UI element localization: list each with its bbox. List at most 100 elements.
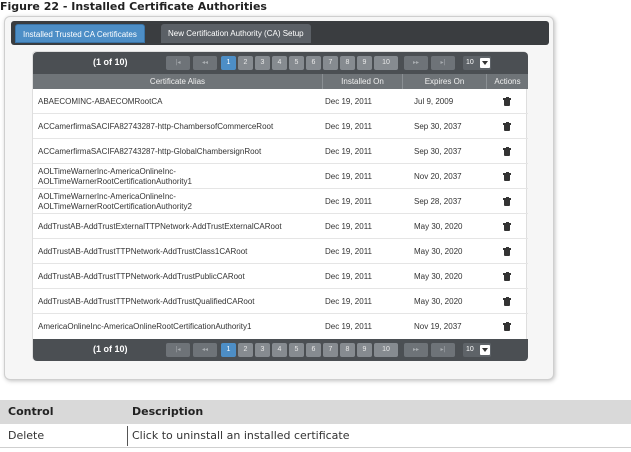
- cell-installed-on: Dec 19, 2011: [325, 272, 372, 281]
- next-page-icon[interactable]: ▸▸: [404, 343, 428, 357]
- trash-icon[interactable]: [503, 271, 511, 281]
- column-divider: [127, 426, 128, 446]
- page-button-9[interactable]: 9: [357, 56, 372, 70]
- first-page-icon[interactable]: |◂: [166, 343, 190, 357]
- delete-button[interactable]: [489, 289, 525, 314]
- page-button-3[interactable]: 3: [255, 56, 270, 70]
- page-button-6[interactable]: 6: [306, 343, 321, 357]
- cell-installed-on: Dec 19, 2011: [325, 222, 372, 231]
- table-row: ABAECOMINC-ABAECOMRootCA Dec 19, 2011 Ju…: [33, 89, 528, 114]
- cell-installed-on: Dec 19, 2011: [325, 247, 372, 256]
- delete-button[interactable]: [489, 114, 525, 139]
- trash-icon[interactable]: [503, 171, 511, 181]
- page-button-8[interactable]: 8: [340, 343, 355, 357]
- cell-expires-on: May 30, 2020: [414, 272, 463, 281]
- page-button-1[interactable]: 1: [221, 56, 236, 70]
- delete-button[interactable]: [489, 164, 525, 189]
- tab-bar: Installed Trusted CA Certificates New Ce…: [11, 21, 549, 45]
- trash-icon[interactable]: [503, 121, 511, 131]
- delete-button[interactable]: [489, 214, 525, 239]
- trash-icon[interactable]: [503, 196, 511, 206]
- page-button-10[interactable]: 10: [374, 56, 398, 70]
- tab-new-ca-setup[interactable]: New Certification Authority (CA) Setup: [161, 24, 311, 43]
- rows-per-page-select[interactable]: 10: [463, 343, 491, 357]
- pager-top: (1 of 10) |◂ ◂◂ 1 2 3 4 5 6 7 8 9 10 ▸▸ …: [33, 52, 528, 74]
- pager-bottom: (1 of 10) |◂ ◂◂ 1 2 3 4 5 6 7 8 9 10 ▸▸ …: [33, 339, 528, 361]
- trash-icon[interactable]: [503, 321, 511, 331]
- control-name: Delete: [8, 429, 45, 442]
- page-button-10[interactable]: 10: [374, 343, 398, 357]
- cell-certificate-alias: AOLTimeWarnerInc-AmericaOnlineInc- AOLTi…: [38, 164, 323, 189]
- table-row: ACCamerfirmaSACIFA82743287-http-GlobalCh…: [33, 139, 528, 164]
- cell-installed-on: Dec 19, 2011: [325, 147, 372, 156]
- header-expires-on[interactable]: Expires On: [403, 74, 487, 89]
- table-row: ACCamerfirmaSACIFA82743287-http-Chambers…: [33, 114, 528, 139]
- rows-per-page-select[interactable]: 10: [463, 56, 491, 70]
- trash-icon[interactable]: [503, 146, 511, 156]
- cell-certificate-alias: ACCamerfirmaSACIFA82743287-http-Chambers…: [38, 121, 274, 131]
- chevron-down-icon[interactable]: [480, 58, 490, 68]
- page-button-8[interactable]: 8: [340, 56, 355, 70]
- header-actions: Actions: [494, 77, 521, 86]
- cell-installed-on: Dec 19, 2011: [325, 297, 372, 306]
- cell-expires-on: Sep 30, 2037: [414, 147, 462, 156]
- cell-certificate-alias: AmericaOnlineInc-AmericaOnlineRootCertif…: [38, 321, 252, 331]
- cell-certificate-alias: ABAECOMINC-ABAECOMRootCA: [38, 96, 163, 106]
- last-page-icon[interactable]: ▸|: [431, 343, 455, 357]
- rows-per-page-value: 10: [466, 346, 474, 353]
- page-button-7[interactable]: 7: [323, 56, 338, 70]
- alias-line: AOLTimeWarnerInc-AmericaOnlineInc-: [38, 166, 176, 176]
- cell-expires-on: May 30, 2020: [414, 222, 463, 231]
- header-installed-on[interactable]: Installed On: [323, 74, 403, 89]
- delete-button[interactable]: [489, 139, 525, 164]
- table-row: AOLTimeWarnerInc-AmericaOnlineInc- AOLTi…: [33, 189, 528, 214]
- page-button-7[interactable]: 7: [323, 343, 338, 357]
- page-button-1[interactable]: 1: [221, 343, 236, 357]
- page-button-2[interactable]: 2: [238, 56, 253, 70]
- previous-page-icon[interactable]: ◂◂: [193, 343, 217, 357]
- cell-installed-on: Dec 19, 2011: [325, 322, 372, 331]
- trash-icon[interactable]: [503, 246, 511, 256]
- table-row: AOLTimeWarnerInc-AmericaOnlineInc- AOLTi…: [33, 164, 528, 189]
- page-button-4[interactable]: 4: [272, 343, 287, 357]
- last-page-icon[interactable]: ▸|: [431, 56, 455, 70]
- table-row: AddTrustAB-AddTrustTTPNetwork-AddTrustPu…: [33, 264, 528, 289]
- delete-button[interactable]: [489, 239, 525, 264]
- trash-icon[interactable]: [503, 221, 511, 231]
- cell-installed-on: Dec 19, 2011: [325, 97, 372, 106]
- trash-icon[interactable]: [503, 96, 511, 106]
- page-button-6[interactable]: 6: [306, 56, 321, 70]
- certificate-panel: Installed Trusted CA Certificates New Ce…: [4, 16, 554, 380]
- delete-button[interactable]: [489, 264, 525, 289]
- table-row: AddTrustAB-AddTrustTTPNetwork-AddTrustQu…: [33, 289, 528, 314]
- trash-icon[interactable]: [503, 296, 511, 306]
- cell-expires-on: Nov 19, 2037: [414, 322, 462, 331]
- tab-installed-ca-certificates[interactable]: Installed Trusted CA Certificates: [15, 24, 145, 43]
- alias-line: AOLTimeWarnerRootCertificationAuthority2: [38, 201, 192, 211]
- cell-certificate-alias: AddTrustAB-AddTrustExternalTTPNetwork-Ad…: [38, 221, 282, 231]
- page-button-9[interactable]: 9: [357, 343, 372, 357]
- previous-page-icon[interactable]: ◂◂: [193, 56, 217, 70]
- cell-installed-on: Dec 19, 2011: [325, 197, 372, 206]
- page-button-5[interactable]: 5: [289, 56, 304, 70]
- first-page-icon[interactable]: |◂: [166, 56, 190, 70]
- cell-expires-on: Sep 28, 2037: [414, 197, 462, 206]
- table-row: AddTrustAB-AddTrustTTPNetwork-AddTrustCl…: [33, 239, 528, 264]
- chevron-down-icon[interactable]: [480, 345, 490, 355]
- header-control: Control: [8, 405, 54, 418]
- delete-button[interactable]: [489, 189, 525, 214]
- page-button-5[interactable]: 5: [289, 343, 304, 357]
- cell-expires-on: Jul 9, 2009: [414, 97, 454, 106]
- delete-button[interactable]: [489, 314, 525, 339]
- page-count: (1 of 10): [93, 344, 128, 354]
- delete-button[interactable]: [489, 89, 525, 114]
- rows-per-page-value: 10: [466, 59, 474, 66]
- control-table-header: Control Description: [0, 400, 631, 424]
- page-button-3[interactable]: 3: [255, 343, 270, 357]
- next-page-icon[interactable]: ▸▸: [404, 56, 428, 70]
- control-table-row: Delete Click to uninstall an installed c…: [0, 424, 631, 448]
- page-button-4[interactable]: 4: [272, 56, 287, 70]
- page-button-2[interactable]: 2: [238, 343, 253, 357]
- header-certificate-alias[interactable]: Certificate Alias: [33, 74, 323, 89]
- page-count: (1 of 10): [93, 57, 128, 67]
